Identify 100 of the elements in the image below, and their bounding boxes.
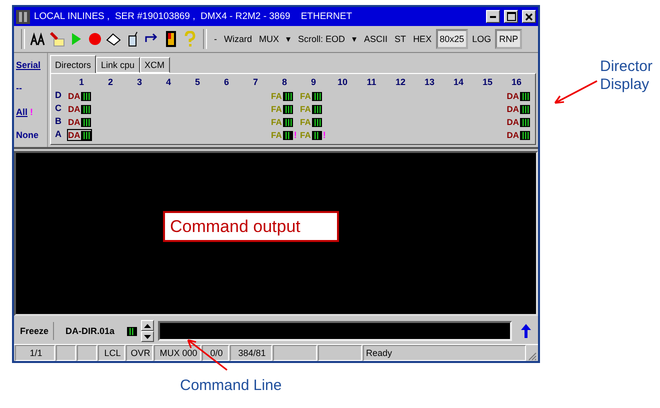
meter-icon [312, 92, 322, 100]
app-icon [16, 10, 30, 24]
annotation-arrow [552, 80, 598, 105]
meter-icon [282, 104, 293, 114]
column-header: 6 [222, 76, 230, 88]
filter-option[interactable]: None [16, 130, 38, 140]
column-header: 14 [452, 76, 464, 88]
tab[interactable]: Link cpu [96, 57, 140, 73]
command-input[interactable] [158, 321, 512, 341]
highlighter-icon[interactable] [48, 30, 66, 48]
row-header: C [55, 102, 62, 114]
toolbar-button[interactable]: MUX [256, 29, 282, 49]
column-header: 1 [78, 76, 85, 88]
column-header: 13 [423, 76, 436, 88]
annotation-label: Director Display [600, 58, 654, 94]
font-icon[interactable] [29, 30, 47, 48]
meter-icon [282, 118, 293, 126]
status-panel [56, 345, 76, 361]
caret-up-icon [144, 324, 151, 328]
meter-icon [312, 130, 322, 140]
minimize-icon [490, 16, 496, 18]
meter-icon [81, 130, 92, 140]
meter-icon [81, 92, 92, 100]
row-header: B [55, 116, 62, 128]
toolbar-button[interactable]: Scroll: EOD [295, 29, 348, 49]
column-header: 12 [394, 76, 406, 88]
status-panel [318, 345, 362, 361]
column-header: 10 [336, 76, 348, 88]
meter-icon [282, 92, 293, 100]
column-header: 16 [510, 76, 522, 88]
tab[interactable]: Directors [50, 55, 96, 73]
meter-icon [520, 130, 530, 140]
column-header: 7 [252, 76, 259, 88]
column-header: 11 [366, 76, 378, 88]
minimize-button[interactable] [486, 10, 500, 23]
meter-icon [126, 326, 137, 336]
target-label: DA-DIR.01a [64, 326, 116, 336]
up-arrow-icon [521, 324, 531, 338]
caret-down-icon [144, 334, 151, 338]
director-status[interactable]: DA [506, 90, 531, 102]
meter-icon [520, 104, 530, 114]
toolbar-button[interactable]: ASCII [361, 29, 391, 49]
toolbar-button[interactable]: ▾ [349, 29, 360, 49]
director-status[interactable]: DA [506, 103, 531, 115]
meter-icon [81, 118, 92, 126]
meter-icon [312, 104, 322, 114]
director-status[interactable]: DA [67, 116, 92, 128]
row-header: A [55, 128, 62, 140]
toolbar-button[interactable]: LOG [469, 29, 494, 49]
alert-mark: ! [30, 106, 34, 117]
director-status[interactable]: DA [67, 129, 92, 141]
director-status[interactable]: DA [506, 129, 531, 141]
resize-grip[interactable] [527, 351, 537, 361]
column-header: 5 [194, 76, 201, 88]
director-status[interactable]: DA [67, 90, 92, 102]
column-header: 15 [481, 76, 494, 88]
filter-link[interactable]: Serial [16, 60, 41, 70]
spin-down-button[interactable] [140, 331, 154, 342]
status-panel: MUX 000 [154, 345, 201, 361]
toolbar-button[interactable]: RNP [495, 29, 522, 49]
column-header: 2 [106, 76, 114, 88]
annotation-label: Command Line [180, 377, 282, 395]
alert-mark: ! [294, 130, 297, 140]
maximize-button[interactable] [504, 10, 518, 23]
close-icon [525, 12, 533, 20]
meter-icon [282, 130, 293, 140]
meter-icon [81, 104, 92, 114]
tab[interactable]: XCM [140, 57, 170, 73]
status-panel [273, 345, 317, 361]
toolbar-button[interactable]: Wizard [221, 29, 256, 49]
toolbar-button[interactable]: ▾ [283, 29, 294, 49]
director-status[interactable]: DA [506, 116, 531, 128]
filter-option[interactable]: -- [16, 83, 22, 94]
column-header: 3 [136, 76, 143, 88]
toolbar-button[interactable]: ST [392, 29, 410, 49]
meter-icon [520, 118, 530, 126]
status-panel: Ready [363, 345, 526, 361]
toolbar-button[interactable]: - [211, 29, 220, 49]
annotation-label: Command output [163, 211, 339, 242]
row-header: D [55, 90, 62, 102]
close-button[interactable] [522, 10, 536, 23]
toolbar-button[interactable]: HEX [410, 29, 435, 49]
status-panel: 384/81 [230, 345, 272, 361]
alert-mark: ! [322, 130, 326, 140]
column-header: 4 [164, 76, 172, 88]
window-title: LOCAL INLINES , SER #190103869 , DMX4 - R2M2 - 3869 ETHERNET [34, 11, 354, 22]
toolbar-button[interactable]: 80x25 [436, 29, 468, 49]
filter-link[interactable]: All [16, 106, 28, 117]
status-panel: 1/1 [15, 345, 55, 361]
status-panel: LCL [98, 345, 125, 361]
director-status[interactable]: DA [67, 103, 92, 115]
column-header: 9 [310, 76, 317, 88]
status-panel [77, 345, 97, 361]
meter-icon [520, 92, 530, 100]
meter-icon [312, 118, 322, 126]
maximize-icon [506, 12, 516, 21]
spin-up-button[interactable] [140, 320, 154, 331]
column-header: 8 [280, 76, 288, 88]
status-panel: OVR [126, 345, 153, 361]
status-panel: 0/0 [202, 345, 229, 361]
